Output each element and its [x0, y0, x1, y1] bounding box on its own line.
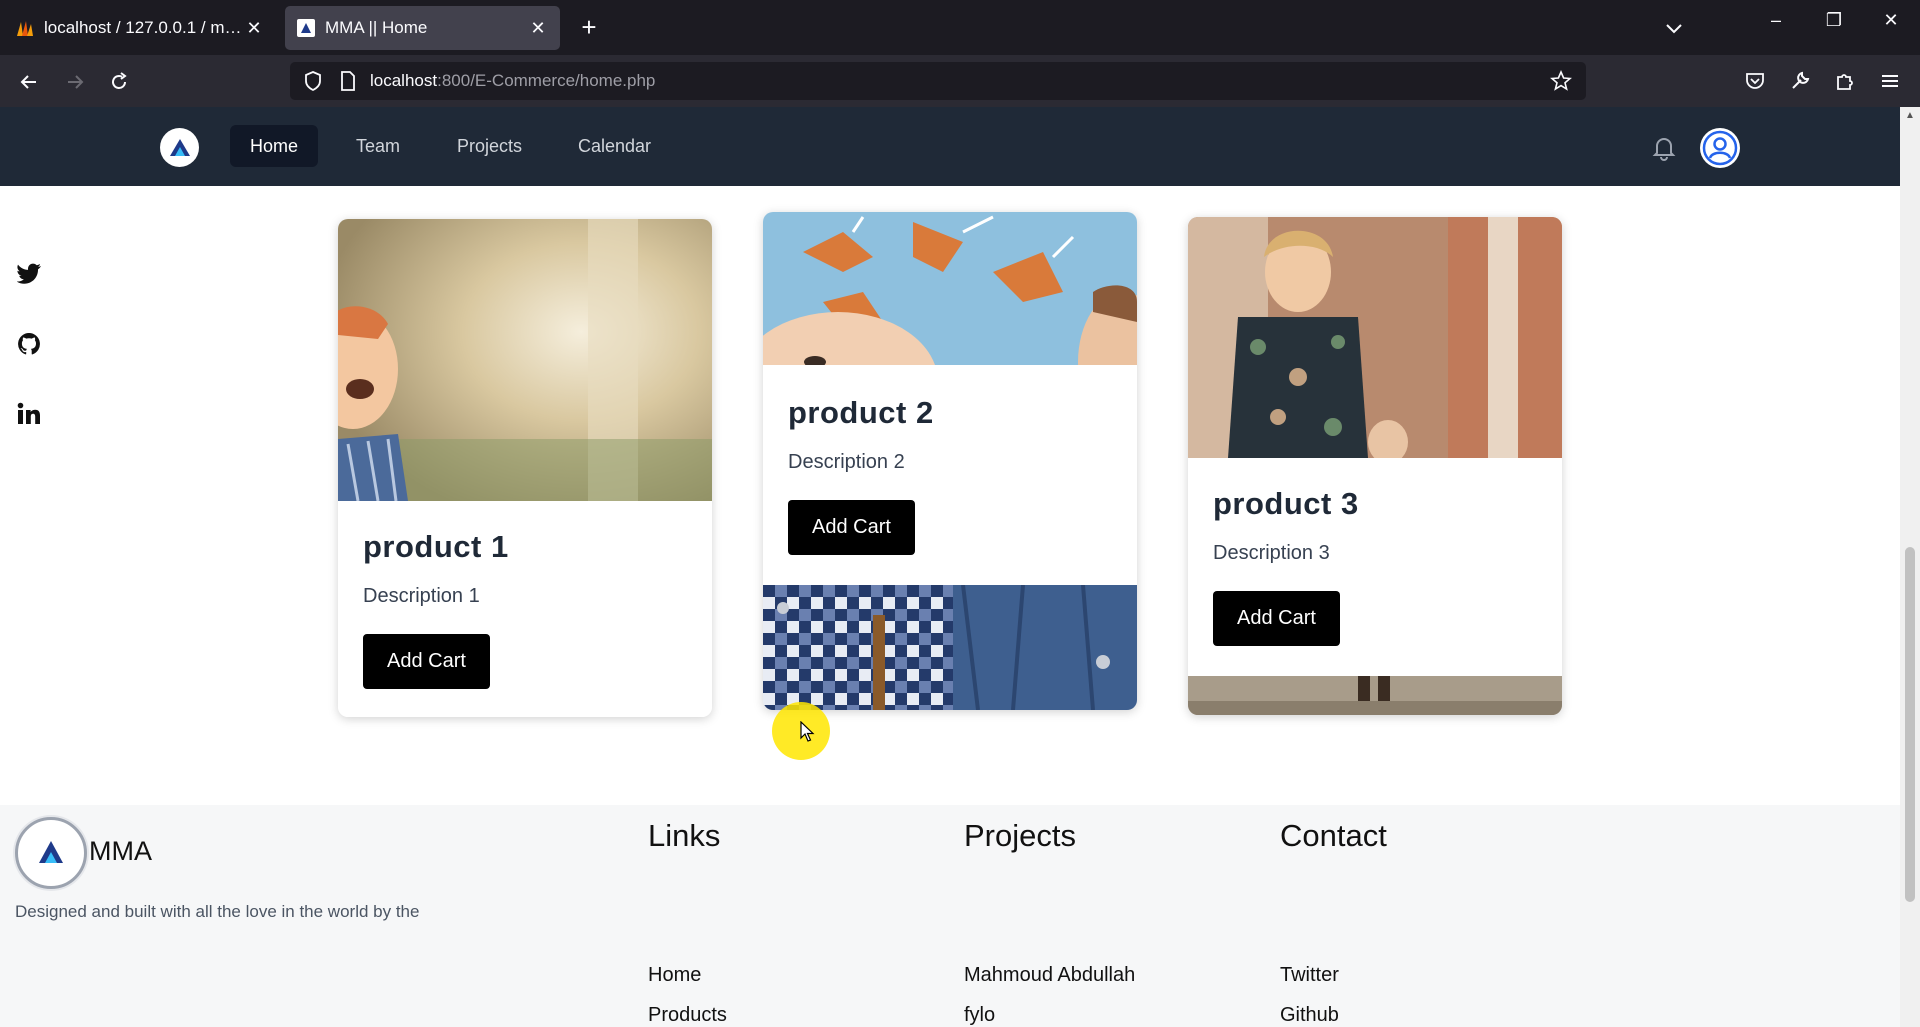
github-link[interactable] [0, 315, 58, 373]
footer-link-home[interactable]: Home [648, 964, 701, 987]
add-cart-button[interactable]: Add Cart [363, 634, 490, 689]
add-cart-button[interactable]: Add Cart [788, 500, 915, 555]
product-card-3: product 3 Description 3 Add Cart [1188, 217, 1562, 715]
product-description: Description 3 [1213, 542, 1330, 564]
product-image-3 [1188, 217, 1562, 458]
product-image-2-top [763, 212, 1137, 365]
tracking-protection-shield-icon[interactable] [302, 70, 324, 92]
product-title: product 1 [363, 529, 509, 564]
site-logo[interactable] [160, 128, 199, 167]
bookmark-star-icon[interactable] [1550, 70, 1572, 92]
product-body-3: product 3 Description 3 Add Cart [1188, 458, 1562, 646]
tab-title: localhost / 127.0.0.1 / mma / us [44, 18, 244, 37]
site-navbar: Home Team Projects Calendar [0, 107, 1900, 186]
product-description: Description 2 [788, 451, 905, 473]
nav-calendar[interactable]: Calendar [558, 125, 671, 167]
linkedin-link[interactable] [0, 385, 58, 443]
twitter-link[interactable] [0, 245, 58, 303]
menu-hamburger-icon[interactable] [1875, 66, 1905, 96]
nav-projects[interactable]: Projects [437, 125, 542, 167]
footer-link-fylo[interactable]: fylo [964, 1004, 995, 1027]
footer-contact-title: Contact [1280, 818, 1387, 853]
add-cart-button[interactable]: Add Cart [1213, 591, 1340, 646]
nav-team[interactable]: Team [336, 125, 420, 167]
footer-link-products[interactable]: Products [648, 1004, 727, 1027]
browser-toolbar: localhost:800/E-Commerce/home.php [0, 55, 1920, 107]
footer-tagline: Designed and built with all the love in … [15, 902, 420, 921]
footer-link-twitter[interactable]: Twitter [1280, 964, 1339, 987]
user-avatar-button[interactable] [1700, 128, 1740, 168]
close-window-icon[interactable]: ✕ [1862, 0, 1920, 40]
product-description: Description 1 [363, 585, 480, 607]
footer-brand: MMA [89, 836, 152, 866]
extensions-puzzle-icon[interactable] [1830, 66, 1860, 96]
wrench-icon[interactable] [1785, 66, 1815, 96]
forward-icon[interactable] [58, 65, 92, 99]
new-tab-button[interactable]: + [574, 12, 604, 42]
browser-tab-phpmyadmin[interactable]: localhost / 127.0.0.1 / mma / us ✕ [4, 6, 276, 50]
browser-tab-bar: localhost / 127.0.0.1 / mma / us ✕ MMA |… [0, 0, 1920, 55]
product-body-1: product 1 Description 1 Add Cart [338, 501, 712, 717]
page-scrollbar[interactable]: ▲ [1900, 107, 1920, 1027]
product-image-1 [338, 219, 712, 501]
nav-home[interactable]: Home [230, 125, 319, 167]
page-viewport: Home Team Projects Calendar product 1 De… [0, 107, 1900, 1027]
page-info-icon[interactable] [338, 70, 358, 92]
github-icon [18, 333, 40, 355]
product-image-3-bottom [1188, 676, 1562, 715]
url-bar[interactable]: localhost:800/E-Commerce/home.php [290, 62, 1586, 100]
mma-favicon-icon [297, 19, 315, 37]
footer-link-github[interactable]: Github [1280, 1004, 1339, 1027]
scrollbar-thumb[interactable] [1905, 547, 1915, 902]
product-title: product 3 [1213, 486, 1359, 521]
back-icon[interactable] [12, 65, 46, 99]
product-image-2-bottom [763, 585, 1137, 710]
footer-links-title: Links [648, 818, 721, 853]
user-profile-icon [1702, 130, 1738, 166]
scroll-up-arrow-icon[interactable]: ▲ [1904, 110, 1916, 122]
twitter-icon [17, 263, 41, 284]
phpmyadmin-favicon-icon [17, 21, 33, 36]
mma-logo-icon [169, 138, 190, 156]
footer-projects-title: Projects [964, 818, 1076, 853]
pocket-icon[interactable] [1740, 66, 1770, 96]
browser-tab-mma-home[interactable]: MMA || Home ✕ [285, 6, 560, 50]
footer-logo[interactable] [15, 817, 87, 889]
mma-logo-icon [39, 841, 63, 863]
minimize-window-icon[interactable]: – [1747, 0, 1805, 40]
notifications-bell-icon[interactable] [1650, 134, 1678, 162]
product-card-2: product 2 Description 2 Add Cart [763, 212, 1137, 710]
product-card-1: product 1 Description 1 Add Cart [338, 219, 712, 717]
product-body-2: product 2 Description 2 Add Cart [763, 365, 1137, 585]
tab-title: MMA || Home [325, 18, 428, 37]
url-text: localhost:800/E-Commerce/home.php [370, 71, 656, 90]
close-tab-icon[interactable]: ✕ [244, 18, 264, 39]
list-all-tabs-icon[interactable] [1660, 14, 1688, 42]
mouse-pointer-icon [800, 721, 815, 742]
linkedin-icon [17, 402, 40, 424]
product-title: product 2 [788, 395, 934, 430]
reload-icon[interactable] [102, 65, 136, 99]
close-tab-icon[interactable]: ✕ [528, 18, 548, 39]
restore-window-icon[interactable]: ❐ [1805, 0, 1863, 40]
footer-link-mahmoud-abdullah[interactable]: Mahmoud Abdullah [964, 964, 1135, 987]
